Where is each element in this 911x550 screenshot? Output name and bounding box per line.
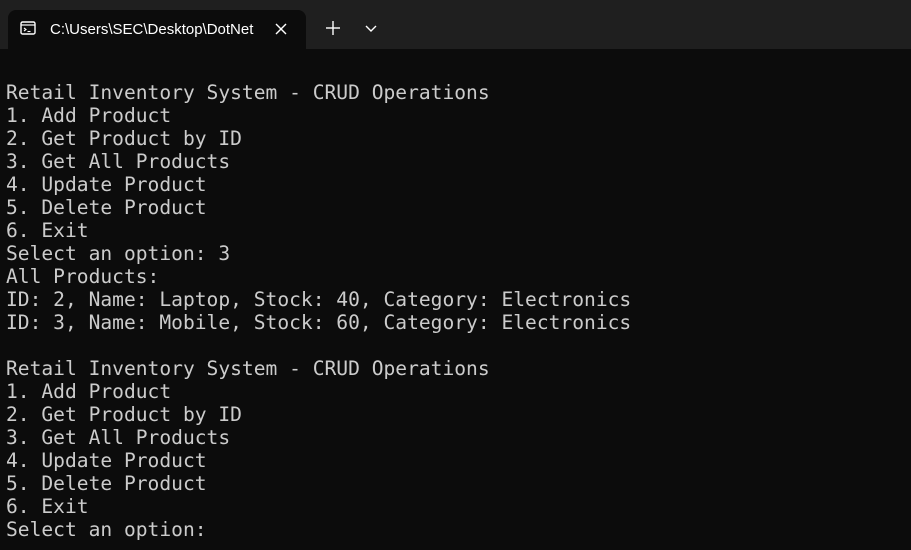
close-icon[interactable]: [272, 20, 290, 38]
console-line: 5. Delete Product: [6, 472, 207, 495]
new-tab-icon[interactable]: [316, 11, 350, 45]
console-output[interactable]: Retail Inventory System - CRUD Operation…: [6, 81, 906, 550]
console-line: 3. Get All Products: [6, 150, 231, 173]
console-line: ID: 2, Name: Laptop, Stock: 40, Category…: [6, 288, 632, 311]
console-line: 6. Exit: [6, 495, 89, 518]
console-line: 1. Add Product: [6, 380, 172, 403]
console-line: All Products:: [6, 265, 160, 288]
terminal-tab[interactable]: C:\Users\SEC\Desktop\DotNet: [8, 10, 306, 49]
console-line: 3. Get All Products: [6, 426, 231, 449]
chevron-down-icon[interactable]: [354, 11, 388, 45]
console-line: ID: 3, Name: Mobile, Stock: 60, Category…: [6, 311, 632, 334]
terminal-icon: [20, 21, 36, 35]
console-line: 2. Get Product by ID: [6, 403, 242, 426]
console-line: 1. Add Product: [6, 104, 172, 127]
console-line: Select an option: 3: [6, 242, 231, 265]
console-line: 6. Exit: [6, 219, 89, 242]
tab-title: C:\Users\SEC\Desktop\DotNet: [50, 21, 254, 38]
console-line: Retail Inventory System - CRUD Operation…: [6, 81, 490, 104]
console-line: 2. Get Product by ID: [6, 127, 242, 150]
console-line: 4. Update Product: [6, 173, 207, 196]
console-line: 5. Delete Product: [6, 196, 207, 219]
title-bar: C:\Users\SEC\Desktop\DotNet: [0, 0, 911, 49]
terminal-window: C:\Users\SEC\Desktop\DotNet Retail Inven…: [0, 0, 911, 550]
console-line: Select an option:: [6, 518, 207, 541]
console-line: Retail Inventory System - CRUD Operation…: [6, 357, 490, 380]
console-line: 4. Update Product: [6, 449, 207, 472]
